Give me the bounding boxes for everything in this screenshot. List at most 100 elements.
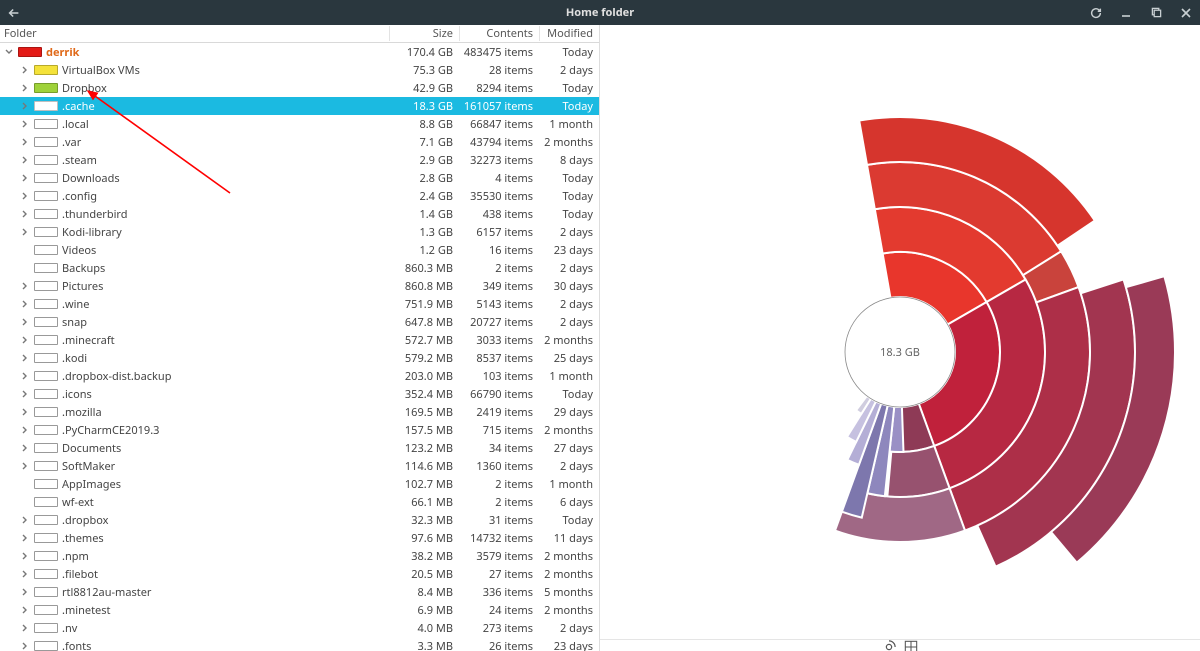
tree-row[interactable]: Downloads2.8 GB4 itemsToday: [0, 169, 599, 187]
tree-row[interactable]: .wine751.9 MB5143 items2 days: [0, 295, 599, 313]
cell-contents: 715 items: [459, 423, 539, 438]
cell-contents: 2 items: [459, 495, 539, 510]
tree-row[interactable]: .var7.1 GB43794 items2 months: [0, 133, 599, 151]
tree-row[interactable]: .filebot20.5 MB27 items2 months: [0, 565, 599, 583]
tree-row[interactable]: .cache18.3 GB161057 itemsToday: [0, 97, 599, 115]
tree-row[interactable]: SoftMaker114.6 MB1360 items2 days: [0, 457, 599, 475]
tree-row[interactable]: .nv4.0 MB273 items2 days: [0, 619, 599, 637]
chevron-right-icon[interactable]: [20, 623, 30, 633]
chevron-right-icon[interactable]: [20, 533, 30, 543]
tree-row[interactable]: snap647.8 MB20727 items2 days: [0, 313, 599, 331]
tree-row[interactable]: Pictures860.8 MB349 items30 days: [0, 277, 599, 295]
chevron-right-icon[interactable]: [20, 335, 30, 345]
tree-row[interactable]: .steam2.9 GB32273 items8 days: [0, 151, 599, 169]
chevron-right-icon[interactable]: [20, 515, 30, 525]
cell-modified: 27 days: [539, 441, 599, 456]
tree-row[interactable]: wf-ext66.1 MB2 items6 days: [0, 493, 599, 511]
chevron-right-icon[interactable]: [20, 569, 30, 579]
maximize-button[interactable]: [1148, 5, 1164, 21]
chevron-right-icon[interactable]: [20, 605, 30, 615]
chevron-right-icon[interactable]: [20, 65, 30, 75]
tree-row[interactable]: .dropbox-dist.backup203.0 MB103 items1 m…: [0, 367, 599, 385]
chevron-right-icon[interactable]: [20, 173, 30, 183]
tree-row[interactable]: .minetest6.9 MB24 items2 months: [0, 601, 599, 619]
tree-row[interactable]: AppImages102.7 MB2 items1 month: [0, 475, 599, 493]
cell-size: 18.3 GB: [389, 99, 459, 114]
folder-name: Dropbox: [62, 81, 107, 96]
chevron-right-icon[interactable]: [20, 461, 30, 471]
cell-size: 42.9 GB: [389, 81, 459, 96]
cell-modified: 2 days: [539, 621, 599, 636]
tree-row[interactable]: .icons352.4 MB66790 itemsToday: [0, 385, 599, 403]
chevron-right-icon[interactable]: [20, 551, 30, 561]
column-size[interactable]: Size: [389, 26, 459, 41]
sunburst-chart[interactable]: 18.3 GB: [600, 25, 1200, 639]
folder-name: derrik: [46, 45, 79, 60]
chevron-right-icon[interactable]: [20, 191, 30, 201]
tree-row[interactable]: Kodi-library1.3 GB6157 items2 days: [0, 223, 599, 241]
tree-row[interactable]: VirtualBox VMs75.3 GB28 items2 days: [0, 61, 599, 79]
chart-mode-treemap-icon[interactable]: [904, 640, 918, 651]
cell-modified: 2 days: [539, 297, 599, 312]
cell-contents: 66847 items: [459, 117, 539, 132]
chevron-right-icon[interactable]: [20, 317, 30, 327]
chevron-right-icon[interactable]: [20, 353, 30, 363]
app-root: Home folder Folder Size Contents Modifie…: [0, 0, 1200, 651]
chevron-right-icon[interactable]: [20, 641, 30, 651]
usage-bar: [34, 443, 58, 453]
chevron-down-icon[interactable]: [4, 47, 14, 57]
chevron-right-icon[interactable]: [20, 407, 30, 417]
column-contents[interactable]: Contents: [459, 26, 539, 41]
column-modified[interactable]: Modified: [539, 26, 599, 41]
chevron-right-icon[interactable]: [20, 389, 30, 399]
chevron-right-icon[interactable]: [20, 137, 30, 147]
folder-name: .PyCharmCE2019.3: [62, 423, 159, 438]
tree-row[interactable]: .minecraft572.7 MB3033 items2 months: [0, 331, 599, 349]
column-folder[interactable]: Folder: [0, 26, 389, 41]
tree-row[interactable]: .config2.4 GB35530 itemsToday: [0, 187, 599, 205]
tree-row[interactable]: .PyCharmCE2019.3157.5 MB715 items2 month…: [0, 421, 599, 439]
cell-size: 1.3 GB: [389, 225, 459, 240]
cell-modified: 2 days: [539, 261, 599, 276]
chevron-right-icon[interactable]: [20, 299, 30, 309]
chart-mode-rings-icon[interactable]: [882, 640, 896, 651]
folder-name: .wine: [62, 297, 89, 312]
tree-row[interactable]: .thunderbird1.4 GB438 itemsToday: [0, 205, 599, 223]
close-button[interactable]: [1178, 5, 1194, 21]
tree-row[interactable]: Dropbox42.9 GB8294 itemsToday: [0, 79, 599, 97]
chevron-right-icon[interactable]: [20, 227, 30, 237]
usage-bar: [34, 245, 58, 255]
tree-row[interactable]: .npm38.2 MB3579 items2 months: [0, 547, 599, 565]
chevron-right-icon[interactable]: [20, 587, 30, 597]
tree-row[interactable]: .fonts3.3 MB26 items23 days: [0, 637, 599, 651]
tree-row[interactable]: .local8.8 GB66847 items1 month: [0, 115, 599, 133]
chevron-right-icon[interactable]: [20, 371, 30, 381]
chevron-right-icon[interactable]: [20, 101, 30, 111]
cell-size: 97.6 MB: [389, 531, 459, 546]
tree-row[interactable]: derrik170.4 GB483475 itemsToday: [0, 43, 599, 61]
usage-bar: [34, 515, 58, 525]
back-button[interactable]: [6, 5, 22, 21]
tree-body[interactable]: derrik170.4 GB483475 itemsToday VirtualB…: [0, 43, 599, 651]
chevron-right-icon[interactable]: [20, 209, 30, 219]
minimize-button[interactable]: [1118, 5, 1134, 21]
chevron-right-icon[interactable]: [20, 155, 30, 165]
tree-row[interactable]: Videos1.2 GB16 items23 days: [0, 241, 599, 259]
tree-row[interactable]: Backups860.3 MB2 items2 days: [0, 259, 599, 277]
chevron-right-icon[interactable]: [20, 83, 30, 93]
cell-modified: 29 days: [539, 405, 599, 420]
tree-row[interactable]: Documents123.2 MB34 items27 days: [0, 439, 599, 457]
tree-row[interactable]: .kodi579.2 MB8537 items25 days: [0, 349, 599, 367]
chevron-right-icon[interactable]: [20, 425, 30, 435]
refresh-button[interactable]: [1088, 5, 1104, 21]
tree-row[interactable]: .themes97.6 MB14732 items11 days: [0, 529, 599, 547]
chevron-right-icon[interactable]: [20, 119, 30, 129]
tree-row[interactable]: .mozilla169.5 MB2419 items29 days: [0, 403, 599, 421]
folder-name: Backups: [62, 261, 105, 276]
chevron-right-icon[interactable]: [20, 443, 30, 453]
cell-size: 352.4 MB: [389, 387, 459, 402]
chevron-right-icon[interactable]: [20, 281, 30, 291]
tree-row[interactable]: rtl8812au-master8.4 MB336 items5 months: [0, 583, 599, 601]
tree-row[interactable]: .dropbox32.3 MB31 itemsToday: [0, 511, 599, 529]
folder-name: VirtualBox VMs: [62, 63, 140, 78]
